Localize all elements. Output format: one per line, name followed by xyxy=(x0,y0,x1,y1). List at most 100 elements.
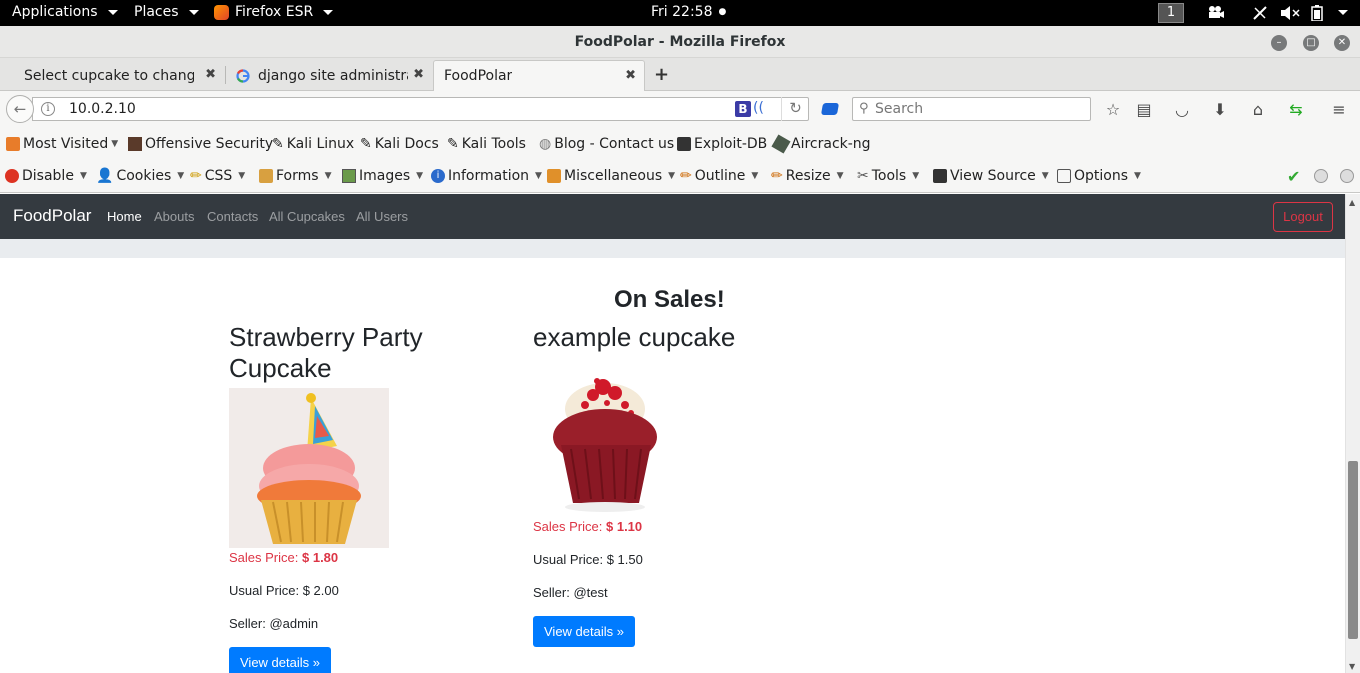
webdev-information-menu[interactable]: i Information ▼ xyxy=(431,168,542,184)
bookmark-label: Exploit-DB xyxy=(694,136,768,152)
chevron-down-icon: ▼ xyxy=(912,171,920,181)
search-icon: ⚲ xyxy=(859,101,869,116)
scroll-up-icon[interactable]: ▲ xyxy=(1349,198,1355,207)
clock[interactable]: Fri 22:58 ● xyxy=(651,4,726,20)
extension-icon[interactable] xyxy=(820,103,840,115)
video-camera-icon[interactable] xyxy=(1207,5,1225,19)
bookmark-aircrack-ng[interactable]: Aircrack-ng xyxy=(771,134,871,154)
close-tab-icon[interactable]: ✖ xyxy=(205,67,216,82)
tab-label: Select cupcake to chang... xyxy=(24,67,194,84)
close-window-button[interactable]: ✕ xyxy=(1334,35,1350,51)
pocket-icon[interactable]: ◡ xyxy=(1172,100,1192,119)
bookmark-star-icon[interactable]: ☆ xyxy=(1103,100,1123,119)
webdev-view-source-menu[interactable]: View Source ▼ xyxy=(933,168,1049,184)
system-menu-chevron-icon[interactable] xyxy=(1334,10,1348,15)
webdev-images-menu[interactable]: Images ▼ xyxy=(342,168,423,184)
outline-icon: ✏ xyxy=(680,168,692,184)
cupcake-name: example cupcake xyxy=(533,322,736,352)
nav-home-link[interactable]: Home xyxy=(107,209,142,224)
scroll-down-icon[interactable]: ▼ xyxy=(1349,662,1355,671)
site-brand[interactable]: FoodPolar xyxy=(13,206,91,226)
vertical-scrollbar[interactable]: ▲ ▼ xyxy=(1345,194,1360,673)
sales-price-label: Sales Price: xyxy=(229,550,299,565)
applications-menu[interactable]: Applications xyxy=(12,4,118,20)
chevron-down-icon: ▼ xyxy=(111,139,119,149)
webdev-miscellaneous-menu[interactable]: Miscellaneous ▼ xyxy=(547,168,675,184)
tab-foodpolar[interactable]: FoodPolar ✖ xyxy=(433,60,645,91)
webdev-css-menu[interactable]: ✏ CSS ▼ xyxy=(190,168,245,184)
reload-icon[interactable]: ↻ xyxy=(781,97,809,121)
logout-button[interactable]: Logout xyxy=(1273,202,1333,232)
webdev-resize-menu[interactable]: ✏ Resize ▼ xyxy=(771,168,844,184)
close-tab-icon[interactable]: ✖ xyxy=(413,67,424,82)
view-details-button[interactable]: View details » xyxy=(533,616,635,647)
bookmark-exploit-db[interactable]: Exploit-DB xyxy=(677,136,767,152)
options-icon xyxy=(1057,169,1071,183)
url-bar[interactable]: i 10.0.2.10 B (( ↻ xyxy=(32,97,809,121)
tools-icon: ✂ xyxy=(857,168,869,184)
webdev-disable-menu[interactable]: Disable ▼ xyxy=(5,168,87,184)
new-tab-button[interactable]: + xyxy=(654,64,669,85)
nav-all-cupcakes-link[interactable]: All Cupcakes xyxy=(269,209,345,224)
navigation-toolbar: i 10.0.2.10 B (( ↻ ← ⚲ ☆ ▤ ◡ ⬇ ⌂ ⇆ ≡ xyxy=(0,91,1360,128)
firefox-app-menu[interactable]: Firefox ESR xyxy=(214,4,334,20)
tab-cupcake-admin[interactable]: Select cupcake to chang... ✖ xyxy=(14,60,224,91)
kali-icon: ✎ xyxy=(360,136,372,152)
seller: Seller: @admin xyxy=(229,616,319,631)
usual-price: Usual Price: $ 2.00 xyxy=(229,583,339,598)
nav-contacts-link[interactable]: Contacts xyxy=(207,209,258,224)
maximize-button[interactable]: □ xyxy=(1303,35,1319,51)
back-button[interactable]: ← xyxy=(6,95,34,123)
red-velvet-cupcake-image xyxy=(533,357,693,517)
search-box[interactable]: ⚲ xyxy=(852,97,1091,121)
google-icon xyxy=(236,68,250,83)
css-icon: ✏ xyxy=(190,168,202,184)
hamburger-menu-icon[interactable]: ≡ xyxy=(1329,100,1349,119)
webdev-forms-menu[interactable]: Forms ▼ xyxy=(259,168,331,184)
proxy-switch-icon[interactable]: ⇆ xyxy=(1286,100,1306,119)
webdev-label: Information xyxy=(448,168,530,184)
minimize-button[interactable]: – xyxy=(1271,35,1287,51)
bookmark-kali-tools[interactable]: ✎ Kali Tools xyxy=(447,136,526,152)
network-disabled-icon[interactable] xyxy=(1252,5,1268,21)
search-input[interactable] xyxy=(875,100,1075,118)
downloads-icon[interactable]: ⬇ xyxy=(1210,100,1230,119)
places-menu[interactable]: Places xyxy=(134,4,199,20)
bookmark-label: Blog - Contact us xyxy=(554,136,675,152)
battery-icon[interactable] xyxy=(1311,5,1323,21)
home-icon[interactable]: ⌂ xyxy=(1248,100,1268,119)
bookmark-kali-linux[interactable]: ✎ Kali Linux xyxy=(272,136,354,152)
bookmark-extension-icon[interactable]: B xyxy=(735,101,751,117)
bookmark-label: Kali Linux xyxy=(286,136,355,152)
view-details-button[interactable]: View details » xyxy=(229,647,331,673)
usual-price: Usual Price: $ 1.50 xyxy=(533,552,643,567)
scrollbar-thumb[interactable] xyxy=(1348,461,1358,639)
workspace-indicator[interactable]: 1 xyxy=(1158,3,1184,23)
nav-all-users-link[interactable]: All Users xyxy=(356,209,408,224)
tab-django-admin[interactable]: django site administra... ✖ xyxy=(226,60,432,91)
css-status-icon[interactable] xyxy=(1314,169,1328,183)
page-viewport: FoodPolar Home Abouts Contacts All Cupca… xyxy=(0,194,1345,673)
close-tab-icon[interactable]: ✖ xyxy=(625,68,636,83)
nav-abouts-link[interactable]: Abouts xyxy=(154,209,194,224)
sales-price: Sales Price: $ 1.80 xyxy=(229,550,489,565)
webdev-cookies-menu[interactable]: 👤 Cookies ▼ xyxy=(96,168,184,184)
webdev-outline-menu[interactable]: ✏ Outline ▼ xyxy=(680,168,758,184)
bookmark-most-visited[interactable]: Most Visited ▼ xyxy=(6,136,118,152)
clock-label: Fri 22:58 xyxy=(651,4,713,20)
bookmark-blog-contact[interactable]: ◍ Blog - Contact us xyxy=(539,136,674,152)
bookmark-kali-docs[interactable]: ✎ Kali Docs xyxy=(360,136,439,152)
chevron-down-icon xyxy=(188,9,199,15)
webdev-tools-menu[interactable]: ✂ Tools ▼ xyxy=(857,168,919,184)
site-info-icon[interactable]: i xyxy=(41,102,55,116)
wappalyzer-icon[interactable]: (( xyxy=(753,100,764,116)
reading-list-icon[interactable]: ▤ xyxy=(1134,100,1154,119)
js-status-icon[interactable] xyxy=(1340,169,1354,183)
miscellaneous-icon xyxy=(547,169,561,183)
webdev-options-menu[interactable]: Options ▼ xyxy=(1057,168,1141,184)
chevron-down-icon xyxy=(323,9,334,15)
volume-muted-icon[interactable] xyxy=(1280,5,1300,21)
strawberry-cupcake-image xyxy=(229,388,389,548)
bookmark-offensive-security[interactable]: Offensive Security xyxy=(128,136,273,152)
validation-ok-icon[interactable]: ✔ xyxy=(1287,167,1300,186)
